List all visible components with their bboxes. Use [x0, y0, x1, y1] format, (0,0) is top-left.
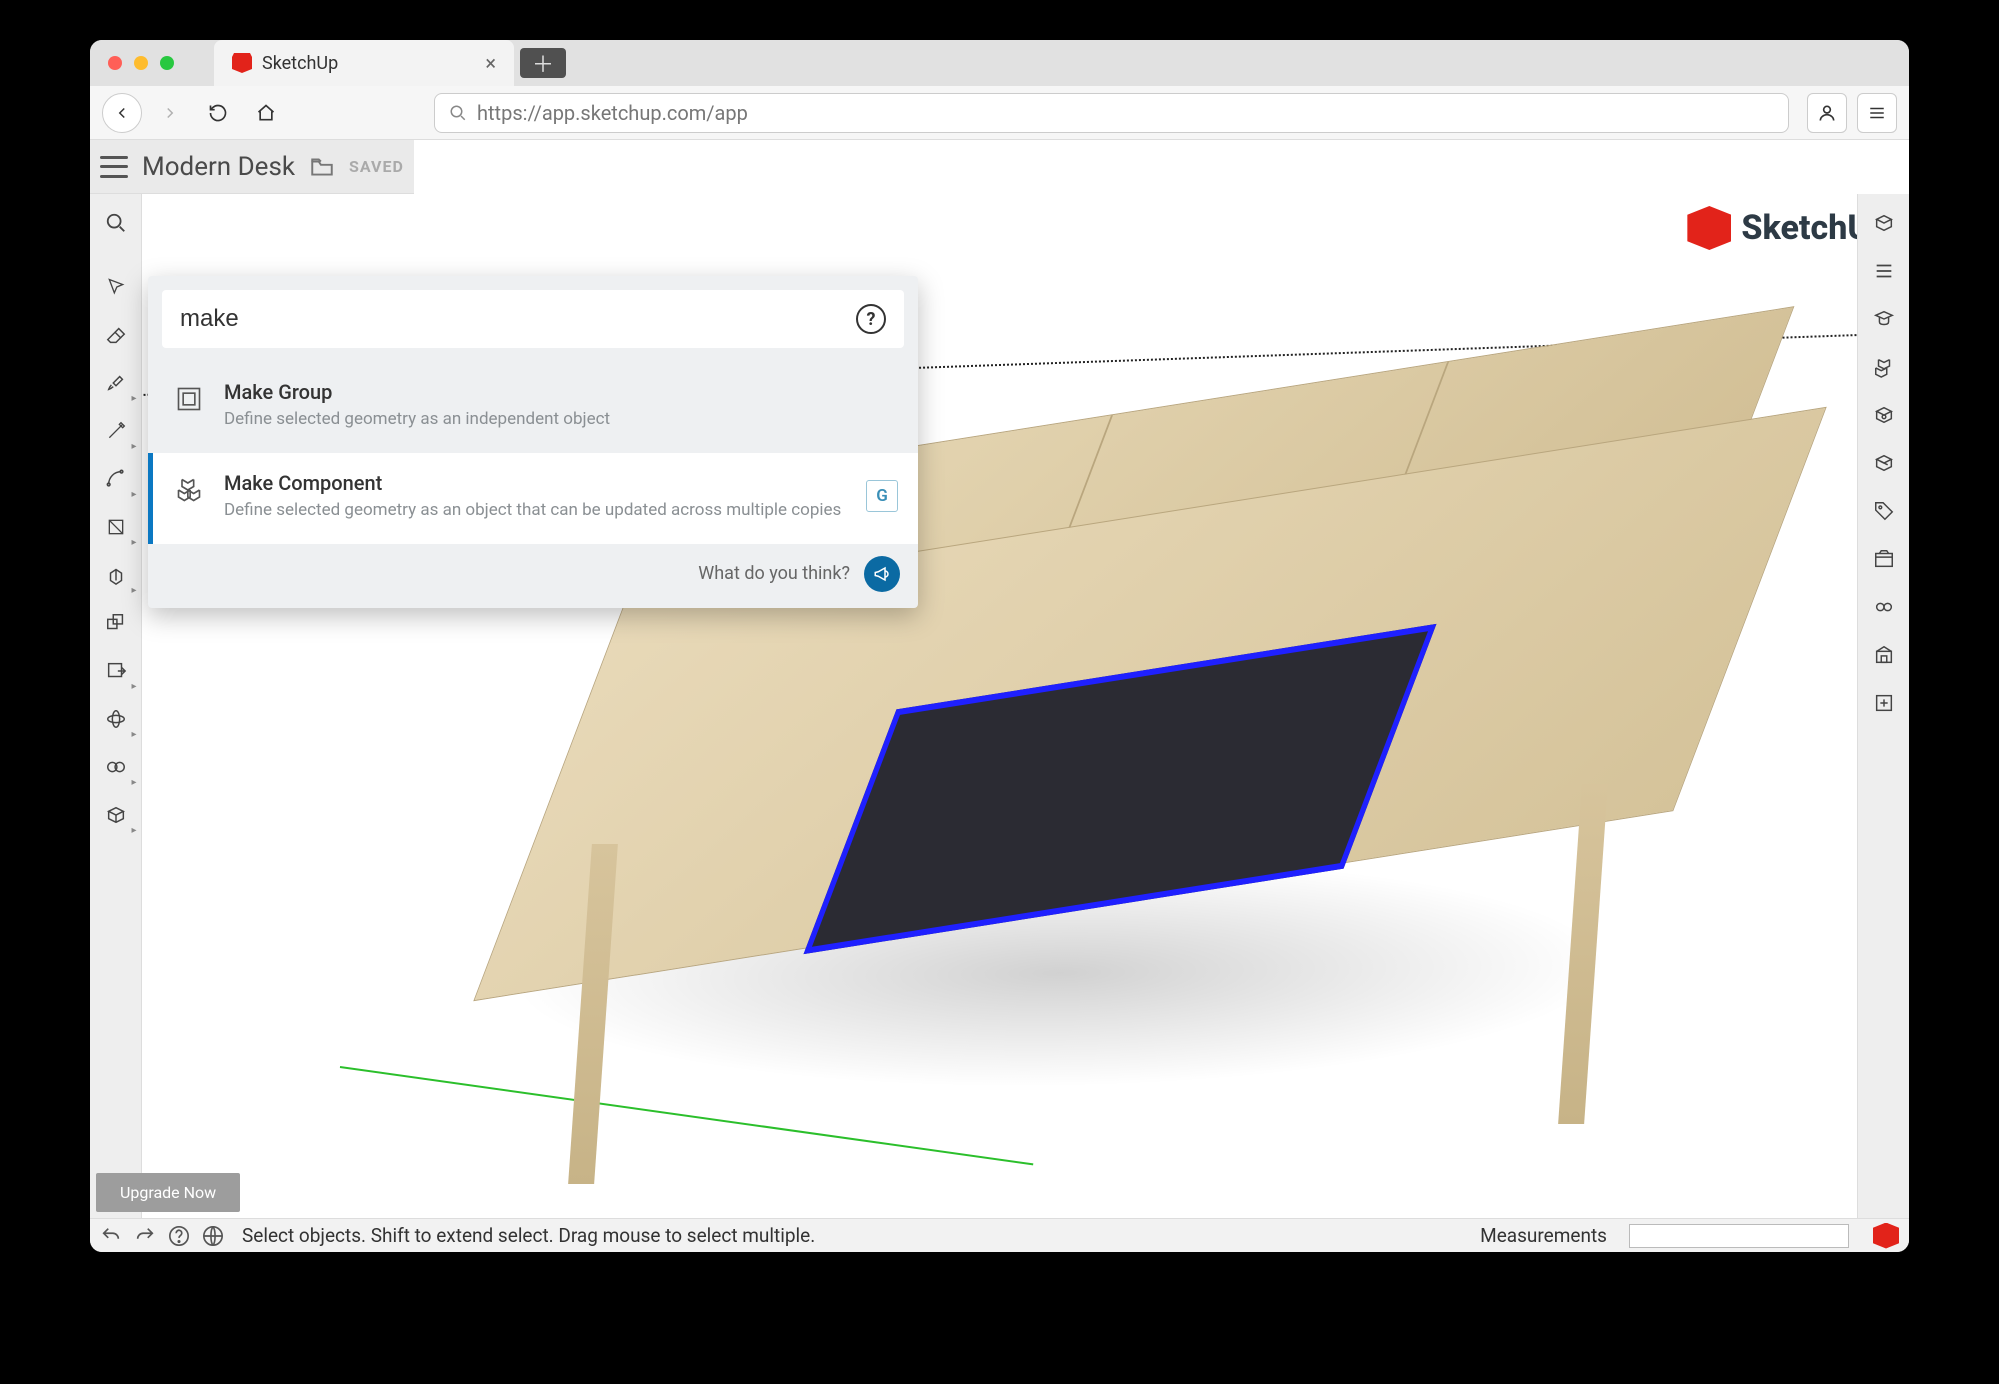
result-title: Make Component — [224, 471, 848, 495]
command-search-panel: ? Make Group Define selected geometry as… — [148, 276, 918, 608]
reload-button[interactable] — [198, 93, 238, 133]
line-tool[interactable]: ▸ — [93, 408, 139, 454]
close-tab-icon[interactable]: × — [485, 51, 496, 75]
styles-panel-button[interactable] — [1861, 440, 1907, 486]
help-button[interactable] — [168, 1225, 190, 1247]
sketchup-favicon-icon — [232, 53, 252, 73]
back-button[interactable] — [102, 93, 142, 133]
language-button[interactable] — [202, 1225, 224, 1247]
redo-button[interactable] — [134, 1225, 156, 1247]
offset-tool[interactable] — [93, 600, 139, 646]
search-panel-footer: What do you think? — [148, 544, 918, 608]
tape-tool[interactable]: ▸ — [93, 744, 139, 790]
zoom-window-button[interactable] — [160, 56, 174, 70]
group-icon — [172, 382, 206, 416]
component-icon — [172, 473, 206, 507]
shape-tool[interactable]: ▸ — [93, 504, 139, 550]
app-menu-button[interactable] — [100, 156, 128, 178]
feedback-button[interactable] — [864, 556, 900, 592]
home-button[interactable] — [246, 93, 286, 133]
search-tool-button[interactable] — [93, 200, 139, 246]
eraser-tool[interactable] — [93, 312, 139, 358]
document-title: Modern Desk — [142, 152, 295, 182]
measurements-label: Measurements — [1480, 1224, 1607, 1247]
components-panel-button[interactable] — [1861, 344, 1907, 390]
command-search-box[interactable]: ? — [162, 290, 904, 348]
account-button[interactable] — [1807, 93, 1847, 133]
sketchup-mark-icon — [1687, 206, 1731, 250]
minimize-window-button[interactable] — [134, 56, 148, 70]
arc-tool[interactable]: ▸ — [93, 456, 139, 502]
browser-tab-sketchup[interactable]: SketchUp × — [214, 40, 514, 86]
search-result-make-component[interactable]: Make Component Define selected geometry … — [148, 453, 918, 544]
forward-button[interactable] — [150, 93, 190, 133]
sketchup-statusbar-icon — [1873, 1223, 1899, 1249]
tags-panel-button[interactable] — [1861, 488, 1907, 534]
address-bar[interactable]: https://app.sketchup.com/app — [434, 93, 1789, 133]
close-window-button[interactable] — [108, 56, 122, 70]
titlebar: SketchUp × ＋ — [90, 40, 1909, 86]
status-hint: Select objects. Shift to extend select. … — [242, 1224, 815, 1247]
section-tool[interactable]: ▸ — [93, 792, 139, 838]
shortcut-key: G — [866, 480, 898, 512]
result-description: Define selected geometry as an independe… — [224, 408, 898, 431]
select-tool[interactable] — [93, 264, 139, 310]
orbit-tool[interactable]: ▸ — [93, 696, 139, 742]
scenes-panel-button[interactable] — [1861, 536, 1907, 582]
url-text: https://app.sketchup.com/app — [477, 101, 748, 125]
add-panel-button[interactable] — [1861, 680, 1907, 726]
new-tab-button[interactable]: ＋ — [520, 48, 566, 78]
app-body: SketchUp ▸ ▸ — [90, 194, 1909, 1218]
paint-tool[interactable]: ▸ — [93, 360, 139, 406]
open-folder-button[interactable] — [309, 154, 335, 180]
upgrade-button[interactable]: Upgrade Now — [96, 1173, 240, 1212]
entity-info-panel-button[interactable] — [1861, 200, 1907, 246]
feedback-prompt: What do you think? — [698, 563, 850, 584]
measurements-input[interactable] — [1629, 1224, 1849, 1248]
help-icon[interactable]: ? — [856, 304, 886, 334]
app-header: Modern Desk SAVED — [90, 140, 414, 194]
upgrade-label: Upgrade Now — [120, 1183, 216, 1202]
search-result-make-group[interactable]: Make Group Define selected geometry as a… — [148, 362, 918, 453]
result-title: Make Group — [224, 380, 898, 404]
command-search-input[interactable] — [180, 305, 856, 333]
materials-panel-button[interactable] — [1861, 392, 1907, 438]
browser-menu-button[interactable] — [1857, 93, 1897, 133]
left-toolbar: ▸ ▸ ▸ ▸ ▸ ▸ — [90, 194, 142, 1218]
undo-button[interactable] — [100, 1225, 122, 1247]
browser-toolbar: https://app.sketchup.com/app — [90, 86, 1909, 140]
search-icon — [449, 104, 467, 122]
result-description: Define selected geometry as an object th… — [224, 499, 848, 522]
tab-title: SketchUp — [262, 53, 338, 74]
3dwarehouse-panel-button[interactable] — [1861, 632, 1907, 678]
right-toolbar — [1857, 194, 1909, 1218]
outliner-panel-button[interactable] — [1861, 248, 1907, 294]
status-bar: Select objects. Shift to extend select. … — [90, 1218, 1909, 1252]
pushpull-tool[interactable]: ▸ — [93, 552, 139, 598]
browser-window: SketchUp × ＋ https://app.sketchup. — [90, 40, 1909, 1252]
display-panel-button[interactable] — [1861, 584, 1907, 630]
instructor-panel-button[interactable] — [1861, 296, 1907, 342]
move-tool[interactable]: ▸ — [93, 648, 139, 694]
window-controls — [90, 56, 174, 70]
save-status: SAVED — [349, 157, 404, 176]
